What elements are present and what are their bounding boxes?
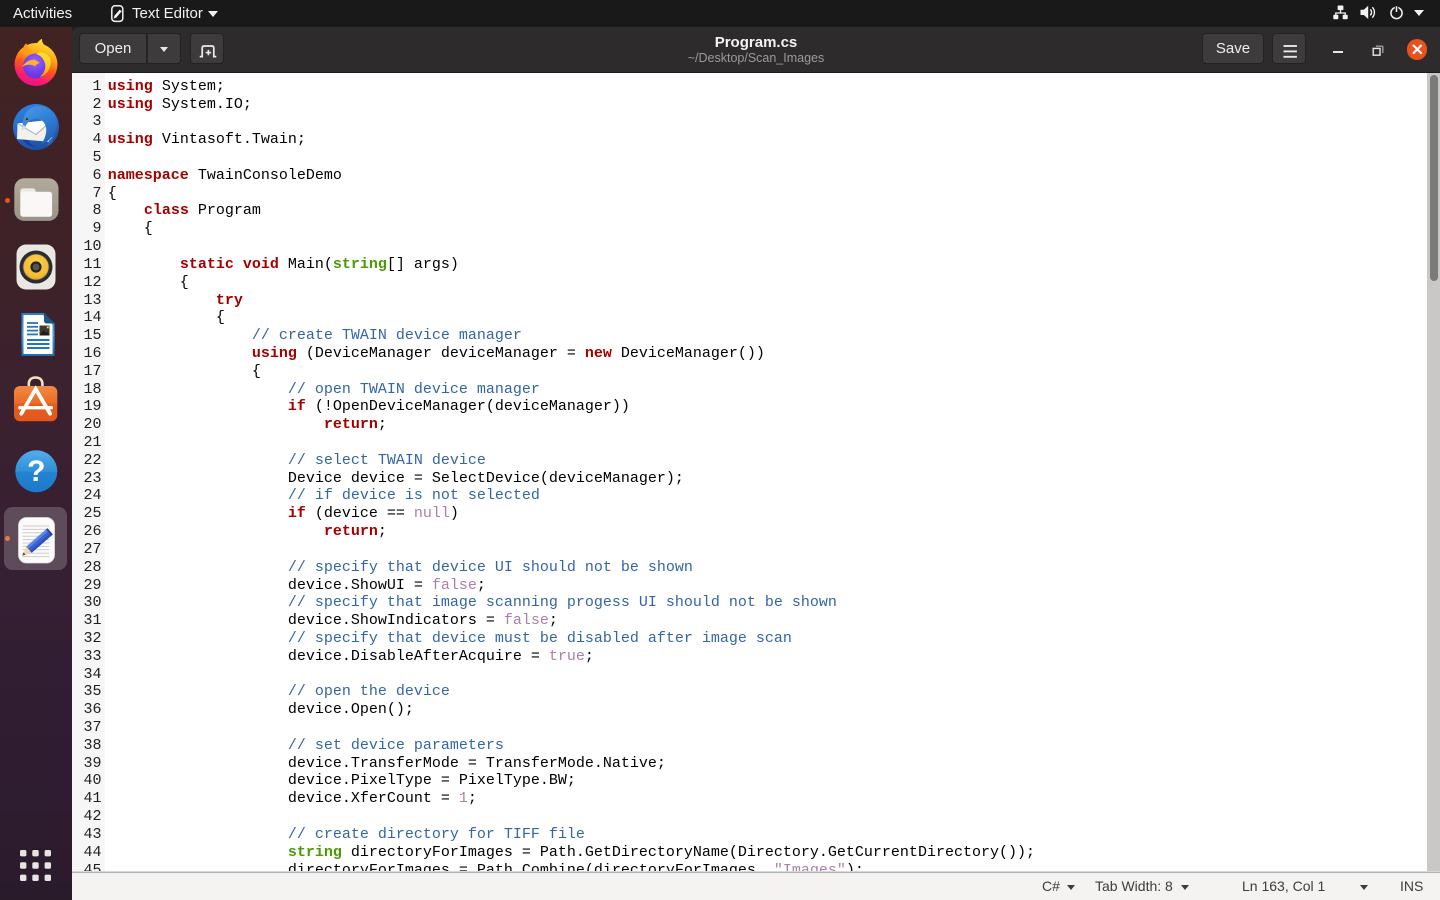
svg-text:?: ? bbox=[27, 455, 45, 488]
